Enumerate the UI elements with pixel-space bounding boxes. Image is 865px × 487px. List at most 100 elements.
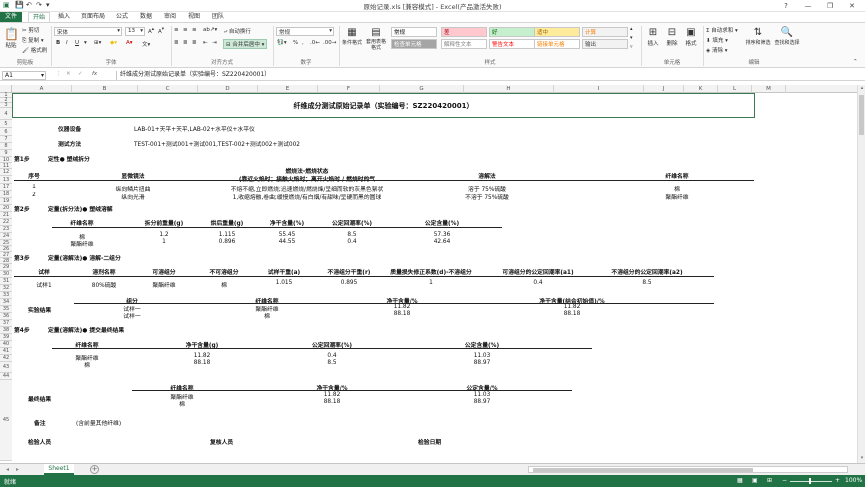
- formula-input[interactable]: 纤维成分测试原始记录单（实验编号：SZ220420001）: [116, 71, 861, 80]
- row-header-38[interactable]: 38: [0, 327, 12, 334]
- fill-color-icon[interactable]: ◆▾: [110, 40, 117, 46]
- column-header-g[interactable]: G: [380, 85, 464, 93]
- column-header-i[interactable]: I: [554, 85, 644, 93]
- row-header-24[interactable]: 24: [0, 233, 12, 240]
- row-header-23[interactable]: 23: [0, 226, 12, 233]
- borders-icon[interactable]: ⊞▾: [94, 40, 101, 46]
- row-header-33[interactable]: 33: [0, 292, 12, 299]
- row-header-42[interactable]: 42: [0, 355, 12, 362]
- row-header-35[interactable]: 35: [0, 306, 12, 313]
- currency-icon[interactable]: 💱▾: [277, 40, 287, 46]
- column-header-j[interactable]: J: [644, 85, 684, 93]
- cell-style-2[interactable]: 好: [489, 27, 535, 37]
- align-middle-icon[interactable]: ≡: [183, 27, 188, 33]
- name-box[interactable]: A1 ▾: [2, 71, 46, 80]
- column-header-h[interactable]: H: [464, 85, 554, 93]
- column-header-f[interactable]: F: [318, 85, 380, 93]
- align-center-icon[interactable]: ≣: [183, 40, 188, 46]
- row-header-37[interactable]: 37: [0, 320, 12, 327]
- horizontal-scroll-thumb[interactable]: [533, 468, 753, 472]
- collapse-ribbon-icon[interactable]: ⌃: [853, 59, 858, 65]
- column-header-k[interactable]: K: [684, 85, 718, 93]
- align-top-icon[interactable]: ≡: [174, 27, 179, 33]
- scroll-down-icon[interactable]: ▾: [858, 455, 865, 463]
- align-right-icon[interactable]: ≣: [192, 40, 197, 46]
- orientation-icon[interactable]: ab↗▾: [203, 27, 217, 33]
- column-header-b[interactable]: B: [72, 85, 138, 93]
- horizontal-scrollbar[interactable]: [528, 466, 848, 473]
- row-header-19[interactable]: 19: [0, 198, 12, 205]
- maximize-button[interactable]: ❐: [819, 0, 841, 12]
- percent-button[interactable]: %: [293, 40, 298, 46]
- row-header-43[interactable]: 43: [0, 362, 12, 373]
- column-header-c[interactable]: C: [138, 85, 198, 93]
- row-header-36[interactable]: 36: [0, 313, 12, 320]
- comma-button[interactable]: ,: [302, 40, 304, 46]
- row-header-21[interactable]: 21: [0, 212, 12, 219]
- zoom-out-icon[interactable]: −: [782, 477, 787, 484]
- increase-indent-icon[interactable]: ⇥: [212, 40, 217, 46]
- grow-font-button[interactable]: A▴: [148, 27, 154, 35]
- tab-team[interactable]: 团队: [208, 12, 228, 22]
- styles-scroll-up-icon[interactable]: ▴: [630, 26, 633, 32]
- column-header-a[interactable]: A: [12, 85, 72, 93]
- column-header-e[interactable]: E: [258, 85, 318, 93]
- insert-cells-button[interactable]: ⊞ 插入: [644, 26, 662, 54]
- cell-style-4[interactable]: 计算: [582, 27, 628, 37]
- column-header-l[interactable]: L: [718, 85, 752, 93]
- tab-data[interactable]: 数据: [136, 12, 156, 22]
- underline-dropdown-icon[interactable]: ▾: [84, 40, 87, 46]
- close-button[interactable]: ✕: [841, 0, 863, 12]
- autosum-button[interactable]: Σ 自动求和 ▾: [706, 26, 738, 34]
- row-header-22[interactable]: 22: [0, 219, 12, 226]
- align-left-icon[interactable]: ≣: [174, 40, 179, 46]
- cell-style-5[interactable]: 检查单元格: [391, 39, 437, 49]
- tab-insert[interactable]: 插入: [54, 12, 74, 22]
- find-select-button[interactable]: 🔍 查找和选择: [773, 26, 801, 54]
- row-header-17[interactable]: 17: [0, 184, 12, 191]
- row-header-9[interactable]: 9: [0, 150, 12, 157]
- row-header-4[interactable]: 4: [0, 108, 12, 120]
- prev-sheet-icon[interactable]: ◂: [6, 466, 9, 473]
- sheet-tab-sheet1[interactable]: Sheet1: [44, 464, 74, 475]
- page-layout-view-icon[interactable]: ▣: [752, 477, 758, 484]
- wrap-text-button[interactable]: ⤶ 自动换行: [224, 27, 251, 36]
- tab-page-layout[interactable]: 页面布局: [78, 12, 108, 22]
- italic-button[interactable]: I: [66, 40, 68, 46]
- scroll-thumb[interactable]: [859, 95, 864, 135]
- row-header-41[interactable]: 41: [0, 348, 12, 355]
- number-format-select[interactable]: 常规 ▾: [276, 27, 334, 36]
- row-header-30[interactable]: 30: [0, 271, 12, 278]
- align-bottom-icon[interactable]: ≡: [192, 27, 197, 33]
- decrease-indent-icon[interactable]: ⇤: [203, 40, 208, 46]
- tab-review[interactable]: 审阅: [160, 12, 180, 22]
- row-header-13[interactable]: 13: [0, 176, 12, 184]
- add-sheet-icon[interactable]: +: [90, 465, 99, 474]
- help-button[interactable]: ?: [775, 0, 797, 12]
- styles-scroll-down-icon[interactable]: ▾: [630, 35, 633, 41]
- row-header-8[interactable]: 8: [0, 143, 12, 150]
- row-header-12[interactable]: 12: [0, 169, 12, 176]
- font-color-icon[interactable]: A▾: [126, 40, 133, 46]
- font-name-select[interactable]: 宋体 ▾: [54, 27, 122, 36]
- row-header-44[interactable]: 44: [0, 373, 12, 380]
- vertical-scrollbar[interactable]: ▴ ▾: [857, 85, 865, 463]
- paste-button[interactable]: 📋 粘贴: [3, 26, 19, 52]
- merge-center-button[interactable]: ⊟ 合并后居中 ▾: [223, 39, 268, 49]
- cell-style-7[interactable]: 警告文本: [489, 39, 535, 49]
- row-header-34[interactable]: 34: [0, 299, 12, 306]
- column-header-d[interactable]: D: [198, 85, 258, 93]
- scroll-up-icon[interactable]: ▴: [858, 85, 865, 93]
- page-break-view-icon[interactable]: ⊞: [767, 477, 772, 484]
- row-header-20[interactable]: 20: [0, 205, 12, 212]
- zoom-in-icon[interactable]: +: [835, 477, 840, 484]
- phonetic-icon[interactable]: 文▾: [142, 40, 150, 48]
- cell-style-9[interactable]: 输出: [582, 39, 628, 49]
- cell-style-6[interactable]: 解释性文本: [441, 39, 487, 49]
- delete-cells-button[interactable]: ⊟ 删除: [663, 26, 681, 54]
- row-header-31[interactable]: 31: [0, 278, 12, 285]
- conditional-format-button[interactable]: ▦ 条件格式: [341, 26, 363, 54]
- format-cells-button[interactable]: ▣ 格式: [682, 26, 700, 54]
- row-header-45[interactable]: 45: [0, 380, 12, 461]
- fill-button[interactable]: ⬇ 填充 ▾: [706, 36, 728, 44]
